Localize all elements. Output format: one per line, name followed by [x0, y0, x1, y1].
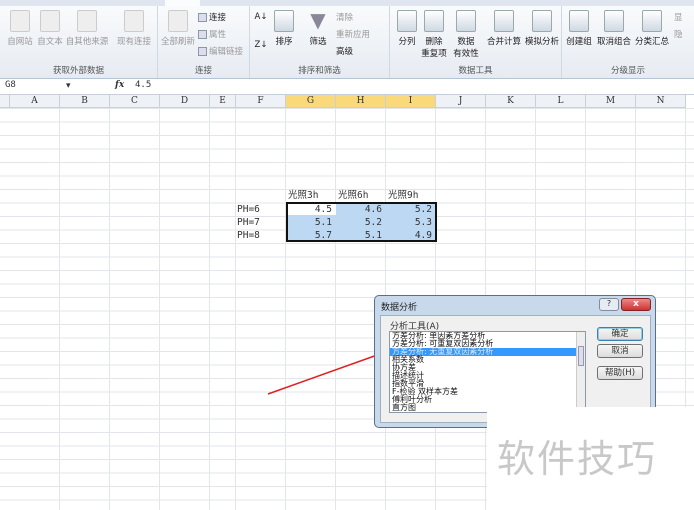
help-icon[interactable]: ? — [599, 298, 619, 311]
watermark: 软件技巧 — [497, 437, 658, 481]
list-item[interactable]: 傅利叶分析 — [390, 396, 585, 404]
list-scrollbar[interactable] — [576, 332, 585, 412]
help-button[interactable]: 帮助(H) — [597, 366, 643, 380]
analysis-tools-list[interactable]: 方差分析: 单因素方差分析 方差分析: 可重复双因素分析 方差分析: 无重复双因素分… — [389, 331, 586, 413]
ok-button[interactable]: 确定 — [597, 327, 643, 341]
list-item[interactable]: 相关系数 — [390, 356, 585, 364]
dialog-title: 数据分析 — [381, 303, 418, 313]
scrollbar-thumb[interactable] — [578, 346, 584, 366]
close-icon[interactable]: x — [621, 298, 651, 311]
cancel-button[interactable]: 取消 — [597, 344, 643, 358]
